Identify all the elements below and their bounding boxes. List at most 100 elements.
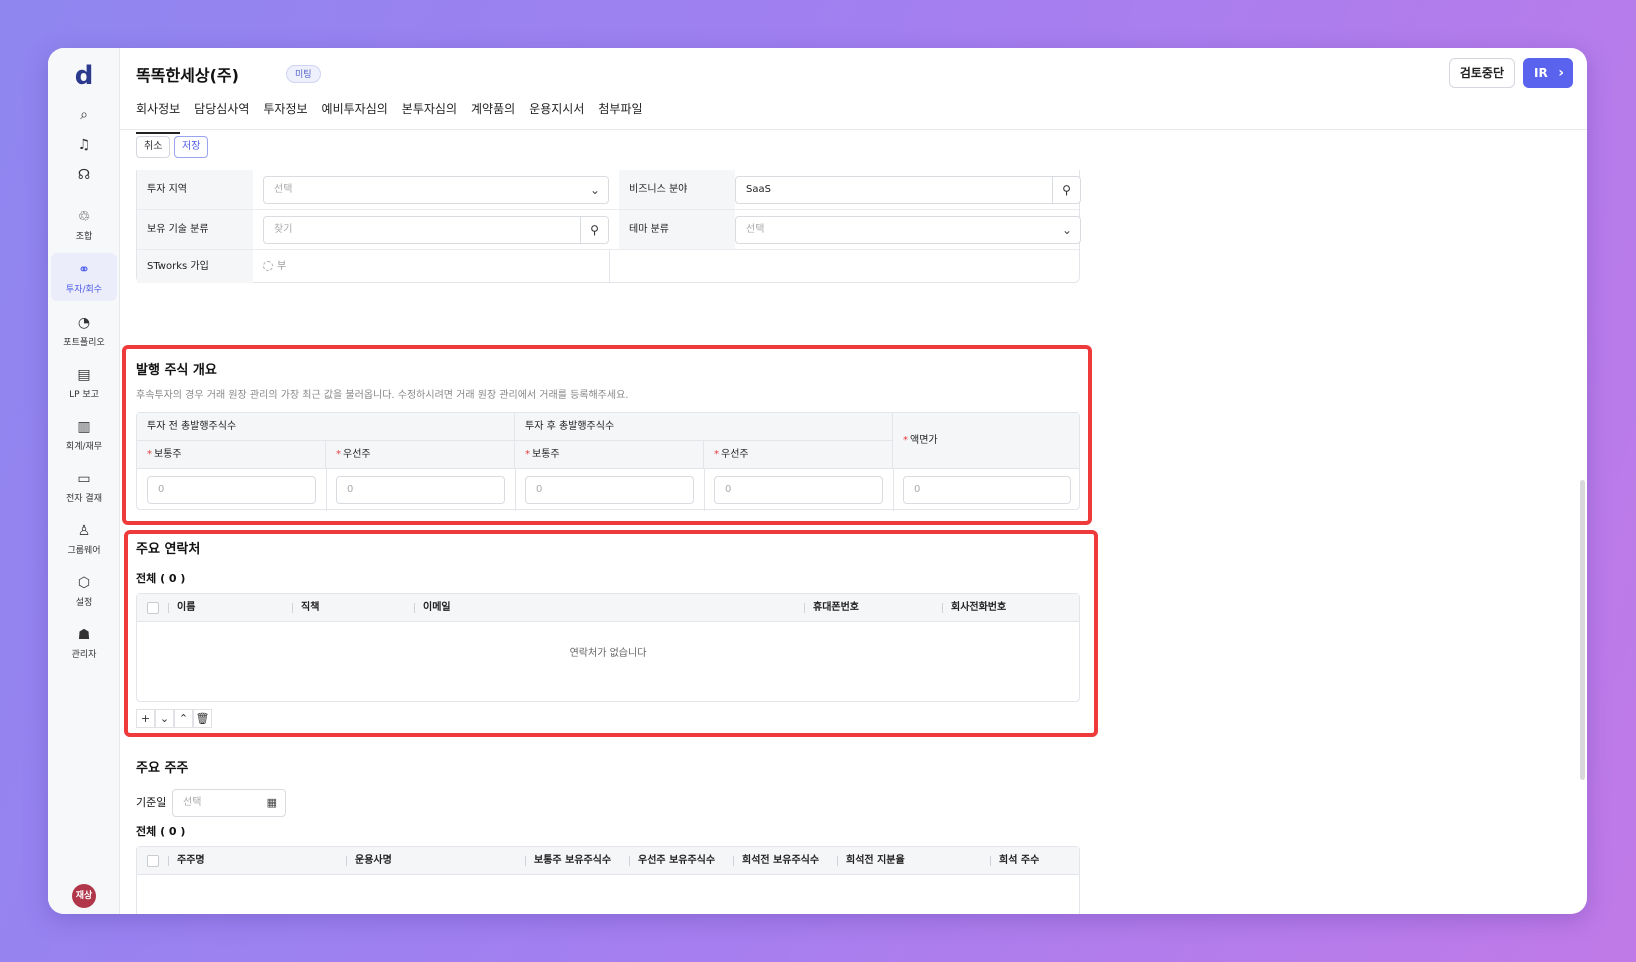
sidebar-item-admin[interactable]: ☗ 관리자 xyxy=(51,626,117,660)
col-mobile[interactable]: 휴대폰번호 xyxy=(804,594,859,622)
par-value-header: * 액면가 xyxy=(893,413,1079,469)
after-common-header: * 보통주 xyxy=(515,441,704,469)
form-row: STworks 가입 부 xyxy=(137,250,1079,283)
users-icon: ♙ xyxy=(77,523,91,539)
sidebar-item-settings[interactable]: ⬡ 설정 xyxy=(51,574,117,608)
select-all-checkbox[interactable] xyxy=(147,602,159,614)
region-label: 투자 지역 xyxy=(137,170,253,209)
before-common-input[interactable]: 0 xyxy=(147,476,316,504)
date-label: 기준일 xyxy=(136,796,167,809)
col-shareholder[interactable]: 주주명 xyxy=(168,847,205,875)
search-icon[interactable]: ⚲ xyxy=(580,217,608,243)
theme-label: 테마 분류 xyxy=(619,210,735,249)
section-title-contacts: 주요 연락처 xyxy=(136,542,201,557)
inbox-icon: ▭ xyxy=(77,471,91,487)
sidebar-item-portfolio[interactable]: ◔ 포트폴리오 xyxy=(51,314,117,348)
reference-date-input[interactable]: 선택 ▦ xyxy=(172,789,286,817)
app-window: d ⌕ ♫ ☊ ♲ 조합 ⚭ 투자/회수 ◔ 포트폴리오 ▤ LP 보고 ▥ 회… xyxy=(48,48,1587,914)
chevron-down-icon: ⌄ xyxy=(1061,223,1072,237)
page-header: 똑똑한세상(주) 미팅 회사정보 담당심사역 투자정보 예비투자심의 본투자심의 계약품의… xyxy=(120,48,1587,134)
sidebar-item-approval[interactable]: ▭ 전자 결재 xyxy=(51,470,117,504)
headset-icon[interactable]: ☊ xyxy=(51,166,117,184)
shareholders-count: 전체 ( 0 ) xyxy=(136,825,186,838)
col-common-shares[interactable]: 보통주 보유주식수 xyxy=(524,847,611,875)
before-common-header: * 보통주 xyxy=(137,441,326,469)
business-label: 비즈니스 분야 xyxy=(619,170,735,209)
col-dilution-shares[interactable]: 희석 주수 xyxy=(989,847,1039,875)
sidebar-item-label: 조합 xyxy=(75,232,93,242)
sidebar-item-accounting[interactable]: ▥ 회계/재무 xyxy=(51,418,117,452)
col-preferred-shares[interactable]: 우선주 보유주식수 xyxy=(628,847,715,875)
company-info-form: 투자 지역 선택 ⌄ 비즈니스 분야 SaaS ⚲ 보유 기술 분류 찾기 ⚲ 테마 … xyxy=(136,170,1081,283)
search-icon[interactable]: ⚲ xyxy=(1052,177,1080,203)
before-preferred-header: * 우선주 xyxy=(326,441,515,469)
stworks-radio[interactable]: 부 xyxy=(263,250,286,283)
sidebar-item-fund[interactable]: ♲ 조합 xyxy=(51,208,117,242)
sidebar-item-groupware[interactable]: ♙ 그룹웨어 xyxy=(51,522,117,556)
bell-icon[interactable]: ♫ xyxy=(51,136,117,154)
add-row-icon[interactable]: + xyxy=(136,709,155,728)
col-pre-dilution-shares[interactable]: 희석전 보유주식수 xyxy=(732,847,819,875)
trash-icon[interactable]: 🗑 xyxy=(193,709,212,728)
search-icon[interactable]: ⌕ xyxy=(51,106,117,124)
sidebar-item-lp-report[interactable]: ▤ LP 보고 xyxy=(51,366,117,400)
sidebar-item-label: 회계/재무 xyxy=(65,442,103,452)
ir-button[interactable]: IR › xyxy=(1523,58,1573,88)
sidebar-item-label: 전자 결재 xyxy=(66,494,102,504)
after-preferred-header: * 우선주 xyxy=(704,441,893,469)
sidebar-item-label: 투자/회수 xyxy=(65,285,103,295)
col-office-phone[interactable]: 회사전화번호 xyxy=(941,594,1006,622)
grid-header: 이름 직책 이메일 휴대폰번호 회사전화번호 xyxy=(137,594,1079,622)
calendar-icon: ▦ xyxy=(266,796,277,809)
chevron-right-icon: › xyxy=(1558,65,1564,81)
col-pre-dilution-ratio[interactable]: 희석전 지분율 xyxy=(837,847,905,875)
col-email[interactable]: 이메일 xyxy=(414,594,451,622)
select-all-checkbox[interactable] xyxy=(147,855,159,867)
investment-icon: ⚭ xyxy=(78,262,90,278)
sidebar-item-label: 포트폴리오 xyxy=(63,338,105,348)
sidebar-item-label: LP 보고 xyxy=(69,390,99,400)
sidebar-item-label: 그룹웨어 xyxy=(67,546,101,556)
radio-icon xyxy=(263,261,273,271)
section-title-shareholders: 주요 주주 xyxy=(136,761,189,776)
tab-bar: 회사정보 담당심사역 투자정보 예비투자심의 본투자심의 계약품의 운용지시서 첨부파일 xyxy=(136,98,657,134)
chevron-down-icon: ⌄ xyxy=(589,183,600,197)
before-preferred-input[interactable]: 0 xyxy=(336,476,505,504)
empty-message: 연락처가 없습니다 xyxy=(569,648,647,659)
region-select[interactable]: 선택 ⌄ xyxy=(263,176,609,204)
recycle-icon: ♲ xyxy=(77,209,91,225)
status-badge: 미팅 xyxy=(286,65,321,83)
form-row: 투자 지역 선택 ⌄ 비즈니스 분야 SaaS ⚲ xyxy=(137,170,1081,210)
save-button[interactable]: 저장 xyxy=(174,136,209,158)
after-common-input[interactable]: 0 xyxy=(525,476,694,504)
par-value-input[interactable]: 0 xyxy=(903,476,1071,504)
shareholders-grid: 주주명 운용사명 보통주 보유주식수 우선주 보유주식수 희석전 보유주식수 희… xyxy=(136,846,1080,914)
after-preferred-input[interactable]: 0 xyxy=(714,476,883,504)
vertical-scrollbar[interactable] xyxy=(1580,480,1585,780)
business-field[interactable]: SaaS ⚲ xyxy=(735,176,1081,204)
col-position[interactable]: 직책 xyxy=(291,594,319,622)
app-logo[interactable]: d xyxy=(48,56,120,96)
avatar[interactable]: 재상 xyxy=(72,884,96,908)
contacts-count: 전체 ( 0 ) xyxy=(136,572,186,585)
chevron-up-icon[interactable]: ⌃ xyxy=(174,709,193,728)
document-icon: ▥ xyxy=(77,419,91,435)
ir-button-label: IR xyxy=(1534,66,1548,80)
section-description: 후속투자의 경우 거래 원장 관리의 가장 최근 값을 불러옵니다. 수정하시려… xyxy=(136,390,629,401)
report-icon: ▤ xyxy=(77,367,91,383)
theme-select[interactable]: 선택 ⌄ xyxy=(735,216,1081,244)
stop-review-button[interactable]: 검토중단 xyxy=(1448,58,1515,88)
sidebar-item-investment[interactable]: ⚭ 투자/회수 xyxy=(51,253,117,301)
col-name[interactable]: 이름 xyxy=(167,594,195,622)
stworks-label: STworks 가입 xyxy=(137,250,253,283)
col-manager[interactable]: 운용사명 xyxy=(346,847,392,875)
main-content: 취소 저장 투자 지역 선택 ⌄ 비즈니스 분야 SaaS ⚲ 보유 기술 분류 찾… xyxy=(120,130,1587,914)
sidebar: d ⌕ ♫ ☊ ♲ 조합 ⚭ 투자/회수 ◔ 포트폴리오 ▤ LP 보고 ▥ 회… xyxy=(48,48,120,914)
chevron-down-icon[interactable]: ⌄ xyxy=(155,709,174,728)
before-header: 투자 전 총발행주식수 xyxy=(137,413,515,441)
tech-label: 보유 기술 분류 xyxy=(137,210,253,249)
cancel-button[interactable]: 취소 xyxy=(136,136,171,158)
sidebar-item-label: 관리자 xyxy=(71,650,97,660)
tech-search-input[interactable]: 찾기 ⚲ xyxy=(263,216,609,244)
gear-icon: ⬡ xyxy=(77,575,91,591)
